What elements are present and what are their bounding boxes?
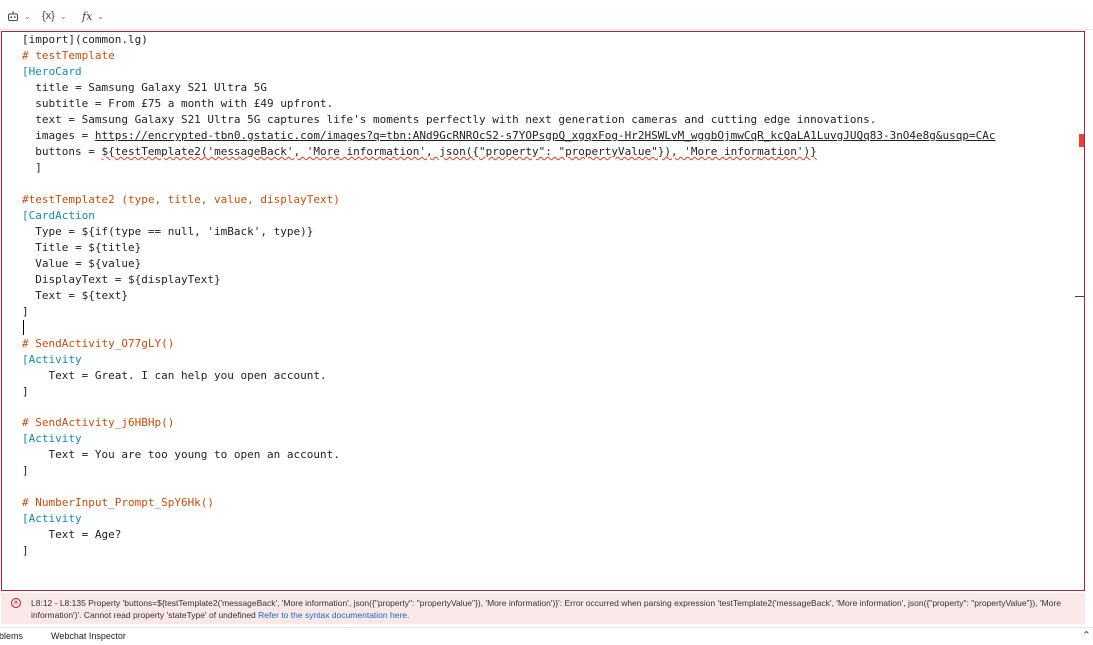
code-line: Text = Great. I can help you open accoun… bbox=[22, 369, 327, 382]
code-line: [CardAction bbox=[22, 209, 95, 222]
code-line: Text = ${text} bbox=[22, 289, 128, 302]
code-line: [Activity bbox=[22, 432, 82, 445]
code-line: ] bbox=[22, 305, 29, 318]
code-token: buttons = bbox=[22, 145, 102, 158]
text-cursor bbox=[23, 320, 24, 335]
tab-webchat-inspector[interactable]: Webchat Inspector bbox=[51, 631, 126, 641]
bottom-panel-tabs: oblems Webchat Inspector ⌃ bbox=[0, 627, 1093, 645]
code-line: Value = ${value} bbox=[22, 257, 142, 270]
code-line: Text = Age? bbox=[22, 528, 122, 541]
code-line: # SendActivity_O77gLY() bbox=[22, 337, 175, 350]
chevron-down-icon: ⌄ bbox=[59, 11, 67, 21]
lg-code-editor[interactable]: [import](common.lg) # testTemplate [Hero… bbox=[1, 31, 1085, 591]
function-menu-button[interactable]: fx ⌄ bbox=[82, 8, 104, 24]
diagnostic-error-bar: × L8:12 - L8:135 Property 'buttons=${tes… bbox=[1, 593, 1085, 624]
robot-icon bbox=[8, 10, 18, 21]
code-line: #testTemplate2 (type, title, value, disp… bbox=[22, 193, 340, 206]
code-line: # NumberInput_Prompt_SpY6Hk() bbox=[22, 496, 215, 509]
code-line: ] bbox=[22, 161, 42, 174]
code-line: # SendActivity_j6HBHp() bbox=[22, 416, 175, 429]
code-line: Title = ${title} bbox=[22, 241, 142, 254]
code-line: [Activity bbox=[22, 353, 82, 366]
code-line: Text = You are too young to open an acco… bbox=[22, 448, 340, 461]
code-line: ] bbox=[22, 544, 29, 557]
code-line: [import](common.lg) bbox=[22, 33, 148, 46]
code-line: buttons = ${testTemplate2('messageBack',… bbox=[22, 144, 817, 160]
function-icon: fx bbox=[82, 9, 93, 23]
code-line: ] bbox=[22, 464, 29, 477]
chevron-up-icon[interactable]: ⌃ bbox=[1082, 629, 1091, 642]
code-line: [Activity bbox=[22, 512, 82, 525]
code-line: # testTemplate bbox=[22, 49, 115, 62]
variables-menu-button[interactable]: {x} ⌄ bbox=[42, 8, 67, 24]
code-line: title = Samsung Galaxy S21 Ultra 5G bbox=[22, 81, 268, 94]
robot-menu-button[interactable]: ⌄ bbox=[7, 8, 31, 24]
tab-problems[interactable]: oblems bbox=[0, 631, 23, 641]
chevron-down-icon: ⌄ bbox=[97, 11, 104, 21]
code-line: ] bbox=[22, 385, 29, 398]
chevron-down-icon: ⌄ bbox=[24, 11, 31, 21]
variables-icon: {x} bbox=[42, 10, 55, 22]
syntax-docs-link[interactable]: Refer to the syntax documentation here. bbox=[258, 610, 409, 620]
code-area[interactable]: [import](common.lg) # testTemplate [Hero… bbox=[2, 32, 1084, 590]
error-message: L8:12 - L8:135 Property 'buttons=${testT… bbox=[31, 598, 1061, 620]
code-line: subtitle = From £75 a month with £49 upf… bbox=[22, 97, 334, 110]
editor-toolbar: ⌄ {x} ⌄ fx ⌄ bbox=[0, 0, 1093, 30]
image-url-link[interactable]: https://encrypted-tbn0.gstatic.com/image… bbox=[95, 129, 996, 142]
code-line: [HeroCard bbox=[22, 65, 82, 78]
error-expression: ${testTemplate2('messageBack', 'More inf… bbox=[101, 145, 817, 158]
code-line: DisplayText = ${displayText} bbox=[22, 273, 221, 286]
error-circle-icon: × bbox=[11, 598, 21, 608]
code-token: images = bbox=[22, 129, 95, 142]
code-line: images = https://encrypted-tbn0.gstatic.… bbox=[22, 128, 996, 144]
code-line: text = Samsung Galaxy S21 Ultra 5G captu… bbox=[22, 113, 877, 126]
overview-ruler-cursor-marker bbox=[1075, 296, 1084, 297]
code-line: Type = ${if(type == null, 'imBack', type… bbox=[22, 225, 314, 238]
overview-ruler-error-marker[interactable] bbox=[1079, 134, 1084, 147]
